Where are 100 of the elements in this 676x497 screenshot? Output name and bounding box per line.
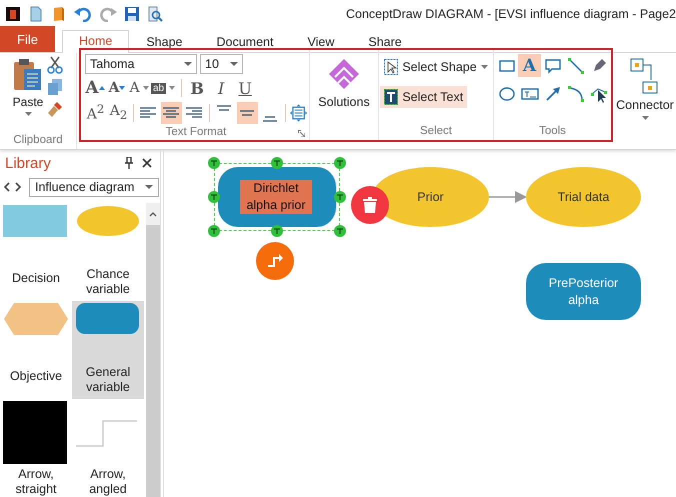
font-dropdown[interactable]: Tahoma (85, 54, 197, 74)
ribbon-tab[interactable]: Document (200, 31, 290, 53)
fit-text-icon[interactable] (290, 104, 308, 122)
library-item[interactable]: General variable (72, 301, 144, 399)
resize-handle[interactable] (334, 157, 346, 169)
pointer-icon (384, 59, 398, 75)
library-item[interactable]: Arrow, straight (0, 399, 72, 497)
resize-handle[interactable] (334, 225, 346, 237)
library-item[interactable]: Objective (0, 301, 72, 399)
valign-middle-button[interactable] (236, 102, 258, 124)
font-color-button[interactable]: A (129, 77, 149, 100)
resize-handle[interactable] (208, 191, 220, 203)
text-tool[interactable]: A (518, 54, 541, 77)
step-arrow-icon (267, 254, 283, 268)
library-item[interactable]: Decision (0, 203, 72, 301)
undo-icon[interactable] (74, 6, 92, 22)
library-item[interactable]: Arrow, angled (72, 399, 144, 497)
arc-icon (566, 84, 584, 102)
align-center-button[interactable] (160, 102, 182, 124)
caret-icon (142, 86, 149, 90)
text-style-button[interactable]: I (210, 77, 232, 100)
down-triangle-icon (119, 86, 126, 90)
back-icon[interactable] (3, 182, 11, 192)
select-button[interactable]: Select Text (380, 86, 468, 108)
caret-icon (145, 185, 153, 190)
square-shape-icon (3, 401, 69, 465)
trash-icon (363, 197, 377, 213)
group-label: Tools (539, 125, 566, 137)
caret-icon (24, 112, 32, 116)
callout-icon (544, 56, 562, 74)
new-document-icon[interactable] (28, 6, 44, 22)
connector-icon (630, 58, 660, 94)
caret-icon (184, 62, 192, 66)
app-icon[interactable] (5, 6, 21, 22)
clipboard-icon (13, 58, 43, 92)
ellipse-node[interactable]: Trial data (526, 167, 641, 227)
save-icon[interactable] (124, 6, 140, 22)
ribbon-tab[interactable]: Shape (129, 31, 200, 53)
align-lines-icon (239, 110, 256, 116)
caret-icon (480, 65, 488, 69)
pin-icon[interactable] (124, 157, 134, 170)
rounded-node[interactable]: PrePosterior alpha (526, 263, 641, 320)
connector-arrow[interactable] (489, 191, 529, 203)
paste-button[interactable]: Paste (12, 56, 44, 118)
library-dropdown[interactable]: Influence diagram (29, 178, 159, 197)
highlight-button[interactable]: ab (151, 77, 176, 100)
arrow-icon (544, 84, 562, 102)
rounded-node[interactable]: Dirichlet alpha prior (218, 167, 337, 227)
resize-handle[interactable] (334, 191, 346, 203)
shrink-font-button[interactable]: A (107, 77, 127, 100)
library-item[interactable]: Chance variable (72, 203, 144, 301)
script-button[interactable]: A$^{2}$ (85, 102, 106, 124)
resize-handle[interactable] (271, 225, 283, 237)
forward-icon[interactable] (14, 182, 22, 192)
group-label: Select (420, 125, 452, 137)
rect-shape-icon (3, 205, 69, 237)
rounded-shape-icon (75, 303, 141, 335)
text-style-button[interactable]: U (234, 77, 256, 100)
ribbon-tab[interactable]: Share (351, 31, 419, 53)
brush-icon[interactable] (47, 100, 64, 118)
caret-icon (169, 86, 176, 90)
delete-button[interactable] (351, 186, 389, 224)
align-lines-icon (140, 106, 156, 119)
resize-handle[interactable] (208, 225, 220, 237)
script-button[interactable]: A$_{2}$ (108, 102, 129, 124)
hexagon-shape-icon (3, 303, 69, 335)
up-triangle-icon (98, 86, 105, 90)
book-icon[interactable] (51, 6, 67, 22)
select-button[interactable]: Select Shape (380, 56, 492, 78)
line-icon (566, 56, 584, 74)
diamond-icon (329, 59, 359, 89)
print-preview-icon[interactable] (147, 6, 163, 22)
scroll-up-icon[interactable] (149, 212, 157, 216)
dialog-launcher-icon[interactable] (298, 130, 305, 137)
text-frame-icon (384, 89, 398, 105)
ellipse-icon (498, 84, 516, 102)
align-lines-icon (216, 104, 232, 111)
group-label: Text Format (166, 126, 226, 138)
font-size-dropdown[interactable]: 10 (200, 54, 243, 74)
window-title: ConceptDraw DIAGRAM - [EVSI influence diagram - Page2 (346, 7, 676, 21)
connector-button[interactable] (256, 242, 294, 280)
connector-button[interactable]: Connector (616, 53, 674, 120)
scissors-icon[interactable] (47, 56, 64, 74)
caret-icon (642, 116, 648, 120)
resize-handle[interactable] (271, 157, 283, 169)
resize-handle[interactable] (208, 157, 220, 169)
align-lines-icon (186, 106, 202, 119)
close-icon[interactable] (142, 158, 152, 168)
file-tab[interactable]: File (0, 26, 55, 52)
text-style-button[interactable]: B (186, 77, 208, 100)
align-lines-icon (262, 116, 278, 122)
library-title: Library (5, 154, 51, 172)
align-lines-icon (163, 106, 180, 119)
ellipse-shape-icon (75, 205, 141, 237)
ribbon-tab[interactable]: Home (62, 30, 130, 53)
ribbon-tab[interactable]: View (290, 31, 352, 53)
caret-icon (230, 62, 238, 66)
scrollbar[interactable] (146, 203, 160, 497)
solutions-button[interactable]: Solutions (318, 50, 370, 109)
grow-font-button[interactable]: A (85, 77, 105, 100)
